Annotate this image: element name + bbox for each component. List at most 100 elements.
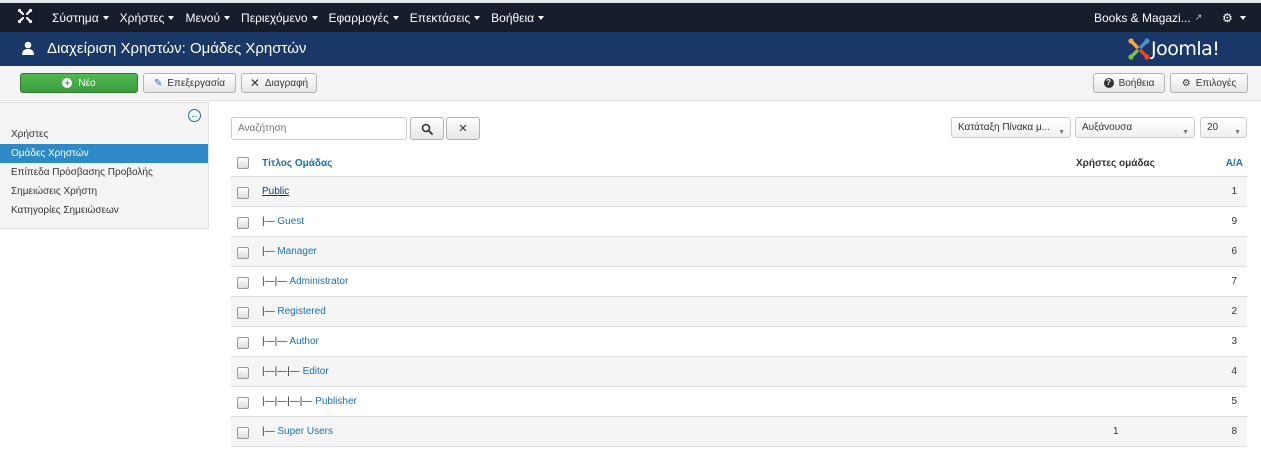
tree-prefix: |—	[262, 246, 278, 257]
tree-prefix: |—|—|—	[262, 366, 303, 377]
group-id: 4	[1231, 366, 1237, 377]
table-row: |—|— Author 3	[231, 327, 1247, 357]
collapse-sidebar-icon[interactable]: ←	[188, 109, 201, 122]
limit-select-value: 20	[1207, 122, 1219, 133]
table-row: |— Registered 2	[231, 297, 1247, 327]
menu-components[interactable]: Εφαρμογές	[329, 11, 399, 25]
row-checkbox[interactable]	[237, 427, 249, 439]
search-button[interactable]	[410, 117, 444, 140]
sidebar-item-user-notes[interactable]: Σημειώσεις Χρήστη	[0, 182, 208, 201]
row-checkbox[interactable]	[237, 247, 249, 259]
sidebar-item-user-groups[interactable]: Ομάδες Χρηστών	[0, 144, 208, 163]
group-id: 6	[1231, 246, 1237, 257]
group-id: 5	[1231, 396, 1237, 407]
menu-extensions[interactable]: Επεκτάσεις	[410, 11, 481, 25]
row-checkbox[interactable]	[237, 337, 249, 349]
search-input[interactable]	[231, 117, 407, 140]
joomla-logo-icon	[1128, 38, 1150, 60]
row-checkbox[interactable]	[237, 277, 249, 289]
menu-help[interactable]: Βοήθεια	[491, 10, 545, 25]
row-checkbox[interactable]	[237, 217, 249, 229]
question-icon: ?	[1103, 78, 1114, 88]
table-row: |— Manager 6	[231, 237, 1247, 267]
menu-users[interactable]: Χρήστες	[120, 11, 175, 25]
group-id: 2	[1231, 306, 1237, 317]
menu-label: Μενού	[185, 10, 221, 25]
ordering-select[interactable]: Κατάταξη Πίνακα μ... ▼	[951, 117, 1071, 138]
column-header-title[interactable]: Τίτλος Ομάδας	[262, 150, 332, 177]
page-header: Διαχείριση Χρηστών: Ομάδες Χρηστών Jooml…	[0, 32, 1261, 66]
table-row: |— Guest 9	[231, 207, 1247, 237]
tree-prefix: |—	[262, 306, 278, 317]
chevron-down-icon	[474, 16, 481, 20]
clear-search-button[interactable]: ✕	[446, 117, 480, 140]
user-groups-table: Τίτλος Ομάδας Χρήστες ομάδας Α/Α Public …	[231, 150, 1247, 447]
ordering-select-value: Κατάταξη Πίνακα μ...	[958, 122, 1051, 133]
chevron-down-icon	[392, 16, 399, 20]
group-title-link[interactable]: Publisher	[315, 396, 357, 407]
gear-icon: ⚙	[1222, 10, 1233, 25]
group-title-link[interactable]: Public	[262, 186, 289, 197]
row-checkbox[interactable]	[237, 307, 249, 319]
gear-icon: ⚙	[1181, 77, 1191, 89]
row-checkbox[interactable]	[237, 187, 249, 199]
table-row: Public 1	[231, 177, 1247, 207]
column-header-id[interactable]: Α/Α	[1226, 150, 1243, 177]
delete-button[interactable]: ✕ Διαγραφή	[241, 73, 317, 93]
row-checkbox[interactable]	[237, 397, 249, 409]
new-button[interactable]: + Νέο	[20, 73, 138, 93]
edit-button[interactable]: ✎ Επεξεργασία	[143, 73, 236, 93]
tree-prefix: |—|—|—|—	[262, 396, 316, 407]
chevron-down-icon	[168, 16, 175, 20]
group-title-link[interactable]: Editor	[303, 366, 329, 377]
sidebar-item-label: Ομάδες Χρηστών	[11, 148, 89, 159]
user-settings-menu[interactable]: ⚙	[1222, 3, 1246, 32]
menu-menus[interactable]: Μενού	[185, 10, 231, 25]
sidebar-item-note-categories[interactable]: Κατηγορίες Σημειώσεων	[0, 201, 208, 220]
site-preview-link[interactable]: Books & Magazi... ↗	[1094, 3, 1202, 32]
direction-select[interactable]: Αυξάνουσα ▼	[1075, 117, 1195, 138]
group-id: 8	[1231, 426, 1237, 437]
delete-button-label: Διαγραφή	[264, 77, 309, 89]
menu-label: Σύστημα	[52, 10, 99, 25]
menu-label: Βοήθεια	[491, 10, 535, 25]
menu-system[interactable]: Σύστημα	[52, 11, 109, 25]
group-id: 7	[1231, 276, 1237, 287]
table-row: |—|—|— Editor 4	[231, 357, 1247, 387]
select-all-checkbox[interactable]	[237, 157, 249, 169]
toolbar: + Νέο ✎ Επεξεργασία ✕ Διαγραφή ? Βοήθεια…	[0, 66, 1261, 101]
tree-prefix: |—|—	[262, 336, 290, 347]
group-title-link[interactable]: Super Users	[277, 426, 333, 437]
group-title-link[interactable]: Author	[289, 336, 318, 347]
tree-prefix: |—	[262, 216, 278, 227]
limit-select[interactable]: 20 ▼	[1200, 117, 1247, 138]
chevron-down-icon	[1239, 16, 1246, 20]
top-navbar: Σύστημα Χρήστες Μενού Περιεχόμενο Εφαρμο…	[0, 0, 1261, 32]
options-button[interactable]: ⚙ Επιλογές	[1170, 73, 1248, 93]
chevron-down-icon	[224, 16, 231, 20]
menu-content[interactable]: Περιεχόμενο	[241, 11, 318, 25]
tree-prefix: |—|—	[262, 276, 290, 287]
group-title-link[interactable]: Guest	[277, 216, 304, 227]
external-link-icon: ↗	[1194, 12, 1203, 22]
group-id: 9	[1231, 216, 1237, 227]
search-icon	[421, 123, 433, 135]
group-title-link[interactable]: Administrator	[289, 276, 348, 287]
row-checkbox[interactable]	[237, 367, 249, 379]
menu-label: Χρήστες	[119, 10, 165, 25]
joomla-icon[interactable]	[16, 8, 34, 26]
group-title-link[interactable]: Registered	[277, 306, 325, 317]
chevron-down-icon: ▼	[1058, 129, 1065, 136]
plus-icon: +	[62, 78, 73, 88]
sidebar-item-users[interactable]: Χρήστες	[0, 125, 208, 144]
sidebar-item-label: Επίπεδα Πρόσβασης Προβολής	[11, 167, 153, 178]
chevron-down-icon: ▼	[1234, 129, 1241, 136]
sidebar-item-access-levels[interactable]: Επίπεδα Πρόσβασης Προβολής	[0, 163, 208, 182]
group-id: 1	[1231, 186, 1237, 197]
table-row: |— Super Users 1 8	[231, 417, 1247, 447]
help-button[interactable]: ? Βοήθεια	[1093, 73, 1165, 93]
group-title-link[interactable]: Manager	[277, 246, 316, 257]
page-title: Διαχείριση Χρηστών: Ομάδες Χρηστών	[47, 40, 307, 57]
sidebar-item-label: Χρήστες	[11, 129, 49, 140]
chevron-down-icon	[538, 16, 545, 20]
